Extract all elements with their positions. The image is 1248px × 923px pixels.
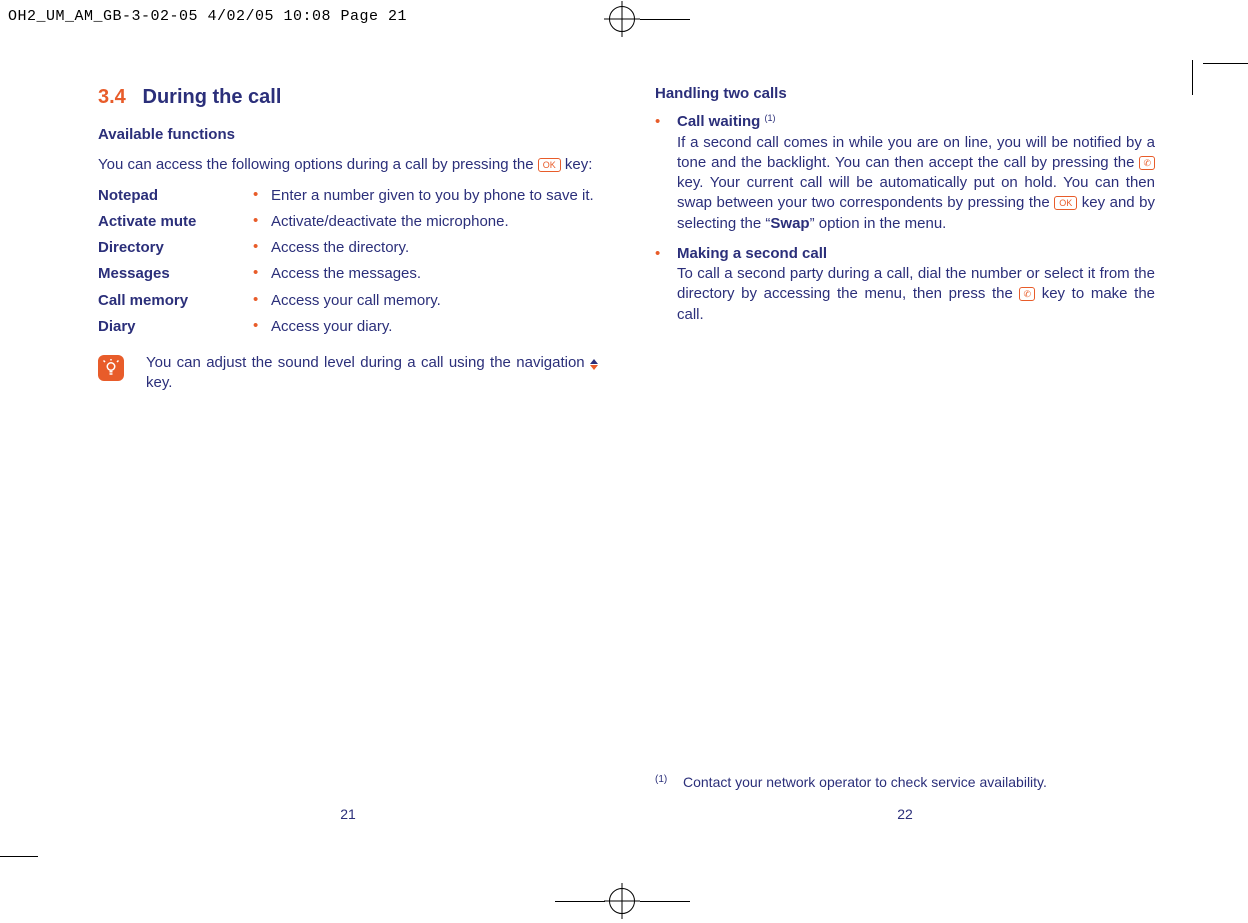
footnote-mark: (1) [655, 773, 683, 792]
bullet-item: • Call waiting (1) If a second call come… [655, 112, 1155, 234]
option-term: Directory [98, 238, 253, 258]
intro-text: You can access the following options dur… [98, 155, 598, 175]
options-list: Notepad • Enter a number given to you by… [98, 186, 598, 338]
nav-key-icon [590, 359, 598, 370]
option-desc: Enter a number given to you by phone to … [271, 186, 598, 206]
option-desc: Access your call memory. [271, 291, 598, 311]
option-row: Messages • Access the messages. [98, 264, 598, 284]
prepress-header: OH2_UM_AM_GB-3-02-05 4/02/05 10:08 Page … [8, 8, 407, 25]
bullet-body: Call waiting (1) If a second call comes … [677, 112, 1155, 234]
option-term: Messages [98, 264, 253, 284]
option-row: Activate mute • Activate/deactivate the … [98, 212, 598, 232]
crop-mark [1203, 63, 1248, 64]
section-title: During the call [143, 86, 282, 108]
option-row: Directory • Access the directory. [98, 238, 598, 258]
crop-mark [1192, 60, 1193, 95]
bullet-lead: Making a second call [677, 245, 827, 262]
option-desc: Access the messages. [271, 264, 598, 284]
swap-word: Swap [770, 215, 809, 232]
bullet-icon: • [253, 264, 271, 282]
section-heading: 3.4 During the call [98, 84, 598, 111]
bullet-icon: • [253, 238, 271, 256]
bullet-icon: • [253, 317, 271, 335]
tip-text: You can adjust the sound level during a … [146, 353, 598, 394]
footnote-ref: (1) [765, 113, 776, 123]
footnote-text: Contact your network operator to check s… [683, 773, 1155, 792]
option-term: Diary [98, 317, 253, 337]
subheading: Handling two calls [655, 84, 1155, 104]
option-desc: Access your diary. [271, 317, 598, 337]
section-number: 3.4 [98, 86, 126, 108]
registration-mark [609, 6, 635, 32]
registration-mark [609, 888, 635, 914]
bullet-icon: • [253, 186, 271, 204]
option-desc: Access the directory. [271, 238, 598, 258]
crop-mark [640, 901, 690, 902]
option-term: Activate mute [98, 212, 253, 232]
option-row: Diary • Access your diary. [98, 317, 598, 337]
option-desc: Activate/deactivate the microphone. [271, 212, 598, 232]
call-key-icon: ✆ [1019, 287, 1035, 301]
crop-mark [0, 856, 38, 857]
crop-mark [555, 901, 605, 902]
page-right: Handling two calls • Call waiting (1) If… [655, 84, 1155, 824]
page-number: 21 [98, 805, 598, 824]
page-left: 3.4 During the call Available functions … [98, 84, 598, 824]
bullet-icon: • [655, 112, 677, 132]
ok-key-icon: OK [1054, 196, 1077, 210]
bullet-icon: • [253, 291, 271, 309]
page-number: 22 [655, 805, 1155, 824]
footnote: (1) Contact your network operator to che… [655, 773, 1155, 792]
bullet-item: • Making a second call To call a second … [655, 244, 1155, 325]
tip-block: You can adjust the sound level during a … [98, 353, 598, 394]
ok-key-icon: OK [538, 158, 561, 172]
bullet-icon: • [253, 212, 271, 230]
call-key-icon: ✆ [1139, 156, 1155, 170]
subheading: Available functions [98, 125, 598, 145]
bullet-lead: Call waiting [677, 113, 765, 130]
crop-mark [640, 19, 690, 20]
lightbulb-icon [98, 355, 124, 381]
option-term: Call memory [98, 291, 253, 311]
option-row: Notepad • Enter a number given to you by… [98, 186, 598, 206]
bullet-icon: • [655, 244, 677, 264]
option-term: Notepad [98, 186, 253, 206]
option-row: Call memory • Access your call memory. [98, 291, 598, 311]
bullet-body: Making a second call To call a second pa… [677, 244, 1155, 325]
